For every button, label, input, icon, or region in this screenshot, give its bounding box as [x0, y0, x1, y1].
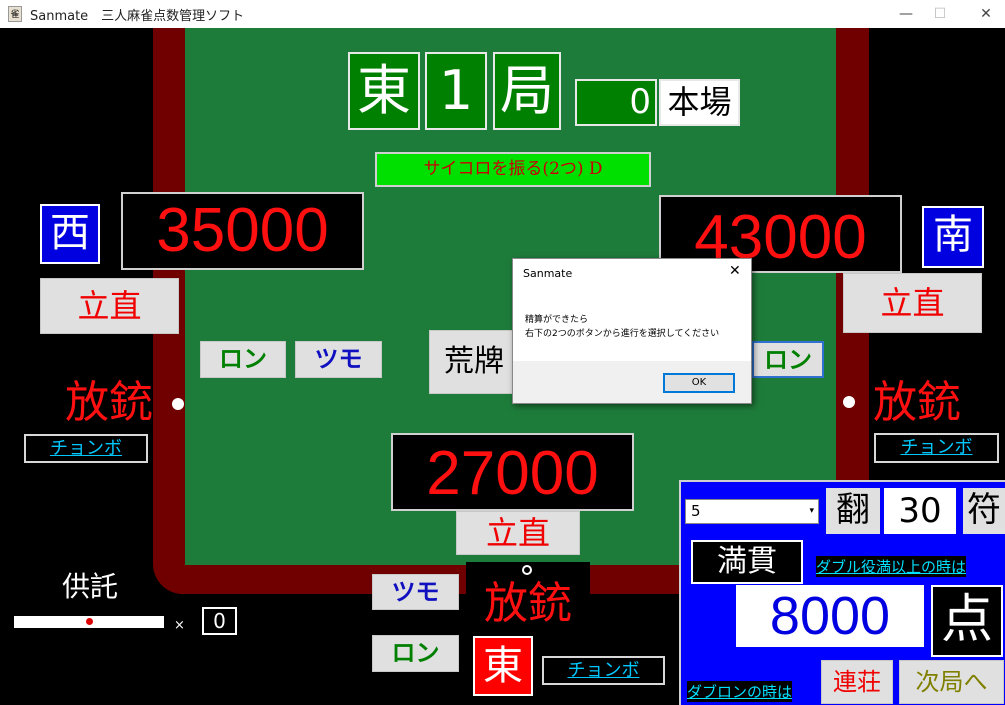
double-yakuman-link[interactable]: ダブル役満以上の時は	[816, 556, 967, 577]
honba-count: 0	[575, 79, 657, 126]
kyoutaku-count: 0	[202, 607, 237, 635]
south-riichi-button[interactable]: 立直	[843, 273, 982, 333]
dialog-close-icon[interactable]: ✕	[729, 263, 741, 279]
south-houju-button[interactable]: 放銃	[862, 375, 972, 431]
west-ron-button[interactable]: ロン	[200, 341, 286, 378]
kyoutaku-times: ×	[174, 618, 185, 633]
maximize-button[interactable]: ☐	[930, 4, 950, 24]
dialog-footer: OK	[513, 361, 751, 403]
minimize-button[interactable]: —	[896, 4, 916, 24]
west-score: 35000	[121, 192, 364, 270]
message-dialog: Sanmate ✕ 精算ができたら 右下の2つのボタンから進行を選択してください…	[512, 258, 752, 404]
points-label: 点	[931, 585, 1003, 657]
dialog-message-line1: 精算ができたら	[525, 315, 589, 325]
honba-label: 本場	[659, 79, 740, 126]
west-radio-dot[interactable]	[172, 398, 184, 410]
window-title: Sanmate 三人麻雀点数管理ソフト	[30, 9, 245, 24]
south-chombo-button[interactable]: チョンボ	[874, 433, 999, 463]
east-seat-marker: 東	[473, 636, 533, 696]
west-seat-marker: 西	[40, 204, 100, 264]
close-button[interactable]: ✕	[976, 4, 996, 24]
double-ron-link[interactable]: ダブロンの時は	[687, 681, 793, 702]
renchan-button[interactable]: 連荘	[821, 660, 893, 704]
fu-value: 30	[884, 488, 956, 534]
east-radio-dot[interactable]	[522, 565, 532, 575]
round-number: 1	[425, 52, 487, 130]
han-select-value: 5	[691, 502, 701, 520]
kyoutaku-stick-dot	[86, 618, 93, 625]
fu-label: 符	[963, 488, 1005, 534]
round-kyoku: 局	[493, 52, 561, 130]
east-tsumo-button[interactable]: ツモ	[372, 574, 459, 610]
points-value: 8000	[736, 585, 924, 647]
next-round-button[interactable]: 次局へ	[899, 660, 1004, 704]
south-radio-dot[interactable]	[843, 396, 855, 408]
south-ron-button[interactable]: ロン	[752, 341, 824, 378]
roll-dice-button[interactable]: サイコロを振る(2つ) D	[375, 152, 651, 187]
chevron-down-icon: ▾	[809, 506, 814, 516]
west-chombo-button[interactable]: チョンボ	[24, 434, 148, 463]
east-chombo-button[interactable]: チョンボ	[542, 656, 665, 685]
ryuukyoku-button[interactable]: 荒牌	[429, 330, 519, 394]
round-wind: 東	[348, 52, 420, 130]
south-seat-marker: 南	[922, 206, 984, 268]
mangan-label: 満貫	[691, 540, 803, 584]
east-riichi-button[interactable]: 立直	[456, 511, 580, 555]
app-icon: 雀	[8, 6, 22, 22]
han-select[interactable]: 5 ▾	[685, 499, 819, 524]
dialog-title: Sanmate	[523, 267, 573, 280]
west-houju-button[interactable]: 放銃	[54, 375, 164, 431]
dialog-ok-button[interactable]: OK	[663, 373, 735, 393]
east-score: 27000	[391, 433, 634, 511]
west-riichi-button[interactable]: 立直	[40, 278, 179, 334]
east-ron-button[interactable]: ロン	[372, 635, 459, 672]
west-tsumo-button[interactable]: ツモ	[295, 341, 382, 378]
dialog-message-line2: 右下の2つのボタンから進行を選択してください	[525, 329, 720, 339]
han-label: 翻	[826, 488, 880, 534]
east-houju-button[interactable]: 放銃	[470, 576, 586, 632]
kyoutaku-label: 供託	[61, 570, 118, 603]
